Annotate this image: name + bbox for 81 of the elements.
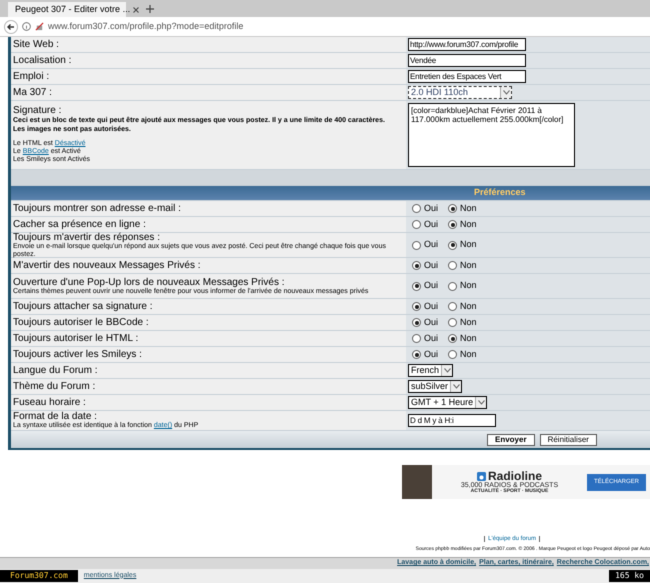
field-label: Toujours attacher sa signature : [13,301,154,312]
radio-button[interactable] [412,204,421,213]
radio-button[interactable] [448,282,458,290]
radio-button[interactable] [448,318,458,327]
text-field[interactable]: Vendée [408,54,526,67]
radio-option[interactable]: Non [448,279,477,293]
radio-option[interactable]: Non [448,332,477,346]
caret-icon [452,384,460,389]
field-label: M'avertir des nouveaux Messages Privés : [13,260,202,271]
radio-icon [476,472,486,480]
radio-button[interactable] [448,261,458,270]
brand-name: Radioline [488,470,542,482]
radio-option[interactable]: Oui [412,202,438,216]
field-label: Ouverture d'une Pop-Up lors de nouveaux Messages Privés : [13,276,286,288]
field-label: Thème du Forum : [13,381,96,392]
status-label: Forum307.com [0,570,78,582]
field-label: Fuseau horaire : [13,397,87,408]
field-label: Emploi : [13,71,50,82]
radio-option[interactable]: Oui [412,316,438,330]
radio-button[interactable] [448,302,458,311]
radio-button[interactable] [448,204,458,213]
photo-placeholder [402,465,432,499]
dropdown[interactable]: subSilver [408,380,462,393]
radio-option[interactable]: Oui [412,348,438,362]
radio-option[interactable]: Oui [412,238,438,252]
text-field[interactable]: D d M y à H:i [408,414,496,427]
lock-crossed-icon[interactable] [35,22,44,31]
caret-icon [478,400,485,405]
field-label: Toujours autoriser le HTML : [13,333,140,344]
field-label: Signature : [13,105,62,116]
radio-option[interactable]: Non [448,258,477,272]
section-header: Préférences [11,186,650,200]
field-label: Cacher sa présence en ligne : [13,219,147,230]
form-button[interactable]: Envoyer [487,434,535,446]
field-label: Toujours activer les Smileys : [13,349,143,360]
radio-option[interactable]: Oui [412,279,438,293]
radio-button[interactable] [448,240,458,250]
radio-button[interactable] [412,334,421,343]
radio-option[interactable]: Non [448,316,477,330]
field-label: Langue du Forum : [13,365,98,376]
field-label: Site Web : [13,39,60,50]
radio-button[interactable] [412,282,421,290]
caret-icon [502,90,510,95]
dropdown[interactable]: GMT + 1 Heure [408,396,488,409]
radio-button[interactable] [448,334,458,343]
radio-option[interactable]: Oui [412,218,438,232]
dropdown[interactable]: French [408,364,454,377]
field-label: Toujours m'avertir des réponses : [13,232,161,242]
radio-option[interactable]: Non [448,202,477,216]
radio-option[interactable]: Non [448,348,477,362]
radio-option[interactable]: Oui [412,300,438,314]
caret-icon [444,368,451,373]
radio-button[interactable] [412,318,421,327]
page-size-label: 165 ko [609,570,650,582]
info-icon[interactable] [22,22,31,31]
radio-button[interactable] [412,350,421,359]
field-label: Ma 307 : [13,87,53,98]
field-label: Toujours montrer son adresse e-mail : [13,203,182,214]
radio-button[interactable] [412,240,421,250]
field-label: Format de la date : [13,411,97,422]
close-icon[interactable] [133,6,140,12]
radio-button[interactable] [448,350,458,359]
text-field[interactable]: Entretien des Espaces Vert [408,70,526,83]
field-label: Localisation : [13,55,72,66]
radio-button[interactable] [412,220,421,229]
back-icon[interactable] [4,20,18,34]
radio-option[interactable]: Oui [412,332,438,346]
new-tab-icon[interactable] [146,5,154,13]
dropdown[interactable]: 2.0 HDI 110ch [408,86,512,99]
radio-button[interactable] [412,261,421,270]
radio-option[interactable]: Non [448,238,477,252]
radio-button[interactable] [448,220,458,229]
radio-option[interactable]: Non [448,218,477,232]
radio-option[interactable]: Oui [412,258,438,272]
field-label: Toujours autoriser le BBCode : [13,317,150,328]
form-button[interactable]: Réinitialiser [540,434,597,446]
radio-button[interactable] [412,302,421,311]
signature-textarea[interactable]: [color=darkblue]Achat Février 2011 à 117.000km actuellement 255.000km[/color] [408,103,575,167]
text-field[interactable]: http://www.forum307.com/profile [408,38,526,51]
radio-option[interactable]: Non [448,300,477,314]
url-text[interactable]: www.forum307.com/profile.php?mode=editprofile [48,20,244,34]
